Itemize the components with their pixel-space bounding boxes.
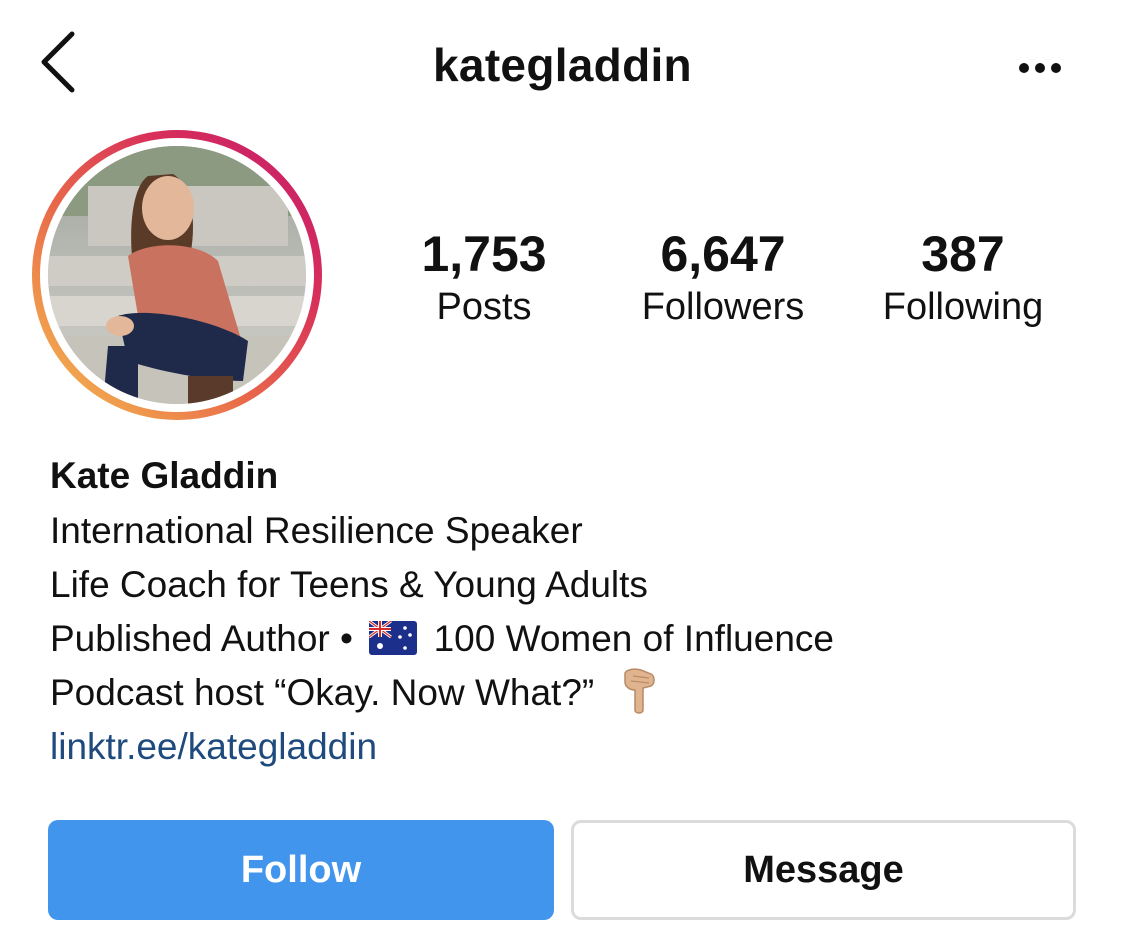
following-count-label: Following — [882, 286, 1044, 328]
back-button[interactable] — [36, 28, 86, 98]
posts-count-value: 1,753 — [421, 226, 547, 282]
posts-count[interactable]: 1,753 Posts — [405, 226, 563, 332]
message-button[interactable]: Message — [571, 820, 1076, 920]
profile-photo — [48, 146, 306, 404]
profile-username: kategladdin — [433, 39, 692, 91]
posts-count-label: Posts — [436, 286, 532, 328]
followers-count[interactable]: 6,647 Followers — [623, 226, 823, 332]
bio-line-2: Life Coach for Teens & Young Adults — [50, 564, 648, 605]
profile-bio: Kate Gladdin International Resilience Sp… — [50, 450, 1090, 774]
bio-line-1: International Resilience Speaker — [50, 510, 583, 551]
australia-flag-icon — [369, 621, 418, 656]
avatar — [48, 146, 306, 404]
follow-button[interactable]: Follow — [48, 820, 554, 920]
followers-count-value: 6,647 — [660, 226, 786, 282]
display-name: Kate Gladdin — [50, 455, 279, 496]
story-ring[interactable] — [32, 130, 322, 420]
bio-link[interactable]: linktr.ee/kategladdin — [50, 720, 377, 774]
more-options-button[interactable] — [1010, 48, 1070, 88]
bio-line-3-text-after: 100 Women of Influence — [433, 618, 834, 659]
following-count-value: 387 — [921, 226, 1005, 282]
following-count[interactable]: 387 Following — [858, 226, 1068, 332]
bio-line-3-text-before: Published Author • — [50, 618, 353, 659]
bio-line-4-text: Podcast host “Okay. Now What?” — [50, 672, 595, 713]
profile-header: kategladdin — [0, 0, 1125, 130]
avatar-border — [40, 138, 314, 412]
followers-count-label: Followers — [641, 286, 805, 328]
pointing-down-hand-icon — [623, 668, 655, 714]
bio-line-3: Published Author • 100 Women of Influenc… — [50, 612, 1090, 666]
chevron-left-icon — [41, 31, 75, 93]
bio-line-4: Podcast host “Okay. Now What?” — [50, 666, 1090, 720]
more-horizontal-icon — [1019, 63, 1061, 73]
